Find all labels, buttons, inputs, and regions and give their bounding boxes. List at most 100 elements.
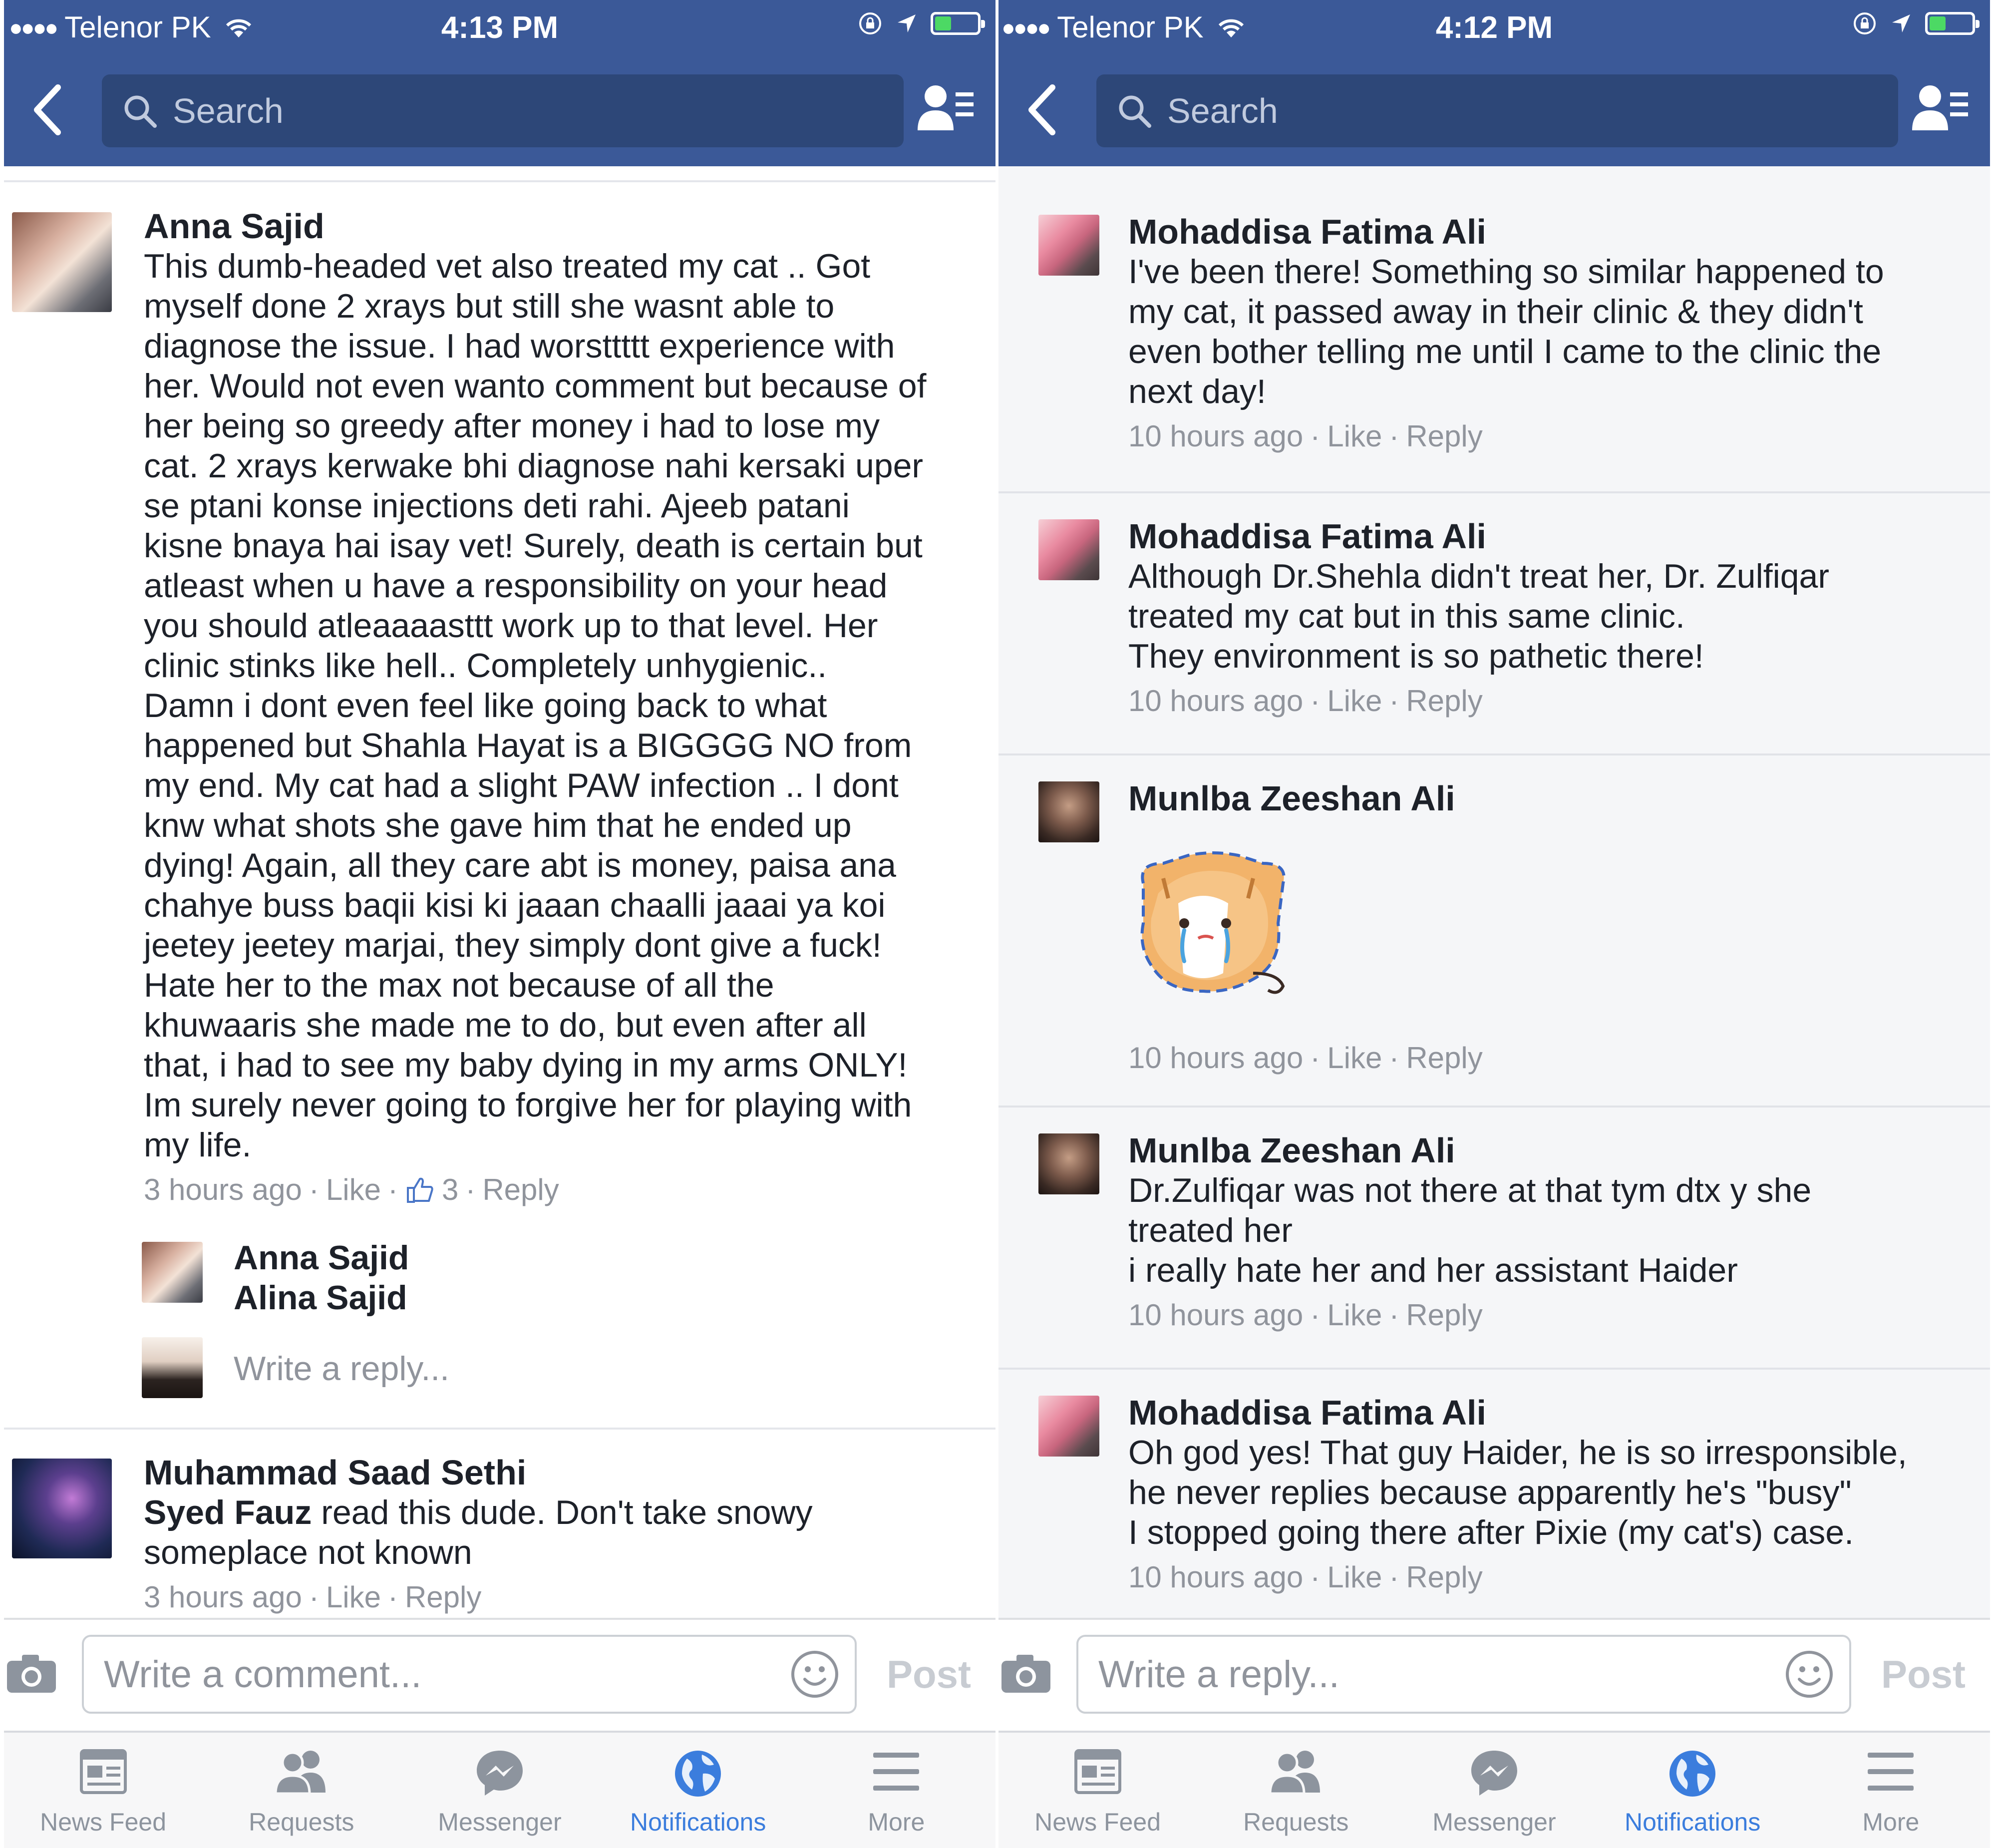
- camera-icon[interactable]: [4, 1651, 59, 1696]
- comment-author[interactable]: Mohaddisa Fatima Ali: [1128, 1393, 1977, 1433]
- reply-link[interactable]: Reply: [405, 1577, 481, 1617]
- comment-line: cat. 2 xrays kerwake bhi diagnose nahi k…: [144, 447, 924, 485]
- like-link[interactable]: Like: [1327, 681, 1382, 721]
- avatar[interactable]: [1038, 215, 1099, 276]
- comment-meta: 10 hours ago · Like · Reply: [1128, 681, 1977, 721]
- comment-author[interactable]: Mohaddisa Fatima Ali: [1128, 212, 1977, 252]
- comment-meta: 3 hours ago · Like · Reply: [144, 1577, 983, 1617]
- reply-link[interactable]: Reply: [1406, 1295, 1482, 1335]
- orientation-lock-icon: [1854, 12, 1876, 34]
- comment-author[interactable]: Munlba Zeeshan Ali: [1128, 778, 1977, 818]
- comment-line: my cat, it passed away in their clinic &…: [1128, 293, 1863, 331]
- reply-composer: Write a reply... Post: [998, 1618, 1990, 1731]
- reply-link[interactable]: Reply: [1406, 1557, 1482, 1597]
- mention[interactable]: Syed Fauz: [144, 1493, 312, 1531]
- comment-line: kisne bnaya hai isay vet! Surely, death …: [144, 527, 923, 565]
- comment-line: treated my cat but in this same clinic.: [1128, 597, 1685, 635]
- tab-notifications[interactable]: Notifications: [1594, 1733, 1792, 1848]
- timestamp: 10 hours ago: [1128, 1560, 1304, 1594]
- avatar[interactable]: [1038, 1396, 1099, 1457]
- tab-messenger[interactable]: Messenger: [1395, 1733, 1593, 1848]
- camera-icon[interactable]: [998, 1651, 1053, 1696]
- like-link[interactable]: Like: [1327, 1038, 1382, 1078]
- avatar[interactable]: [12, 1459, 112, 1558]
- avatar[interactable]: [1038, 1133, 1099, 1194]
- tab-notifications[interactable]: Notifications: [599, 1733, 797, 1848]
- comment-line: my life.: [144, 1126, 252, 1164]
- comment-line: happened but Shahla Hayat is a BIGGGG NO…: [144, 727, 912, 764]
- like-link[interactable]: Like: [1327, 416, 1382, 456]
- top-bar: ●●●● Telenor PK 4:13 PM Search: [4, 0, 996, 166]
- reply-link[interactable]: Reply: [1406, 1038, 1482, 1078]
- reply-link[interactable]: Reply: [1406, 681, 1482, 721]
- like-link[interactable]: Like: [326, 1170, 381, 1210]
- reply-item: Mohaddisa Fatima Ali Oh god yes! That gu…: [998, 1370, 1990, 1618]
- comment-author[interactable]: Munlba Zeeshan Ali: [1128, 1130, 1977, 1170]
- comment-body: Mohaddisa Fatima Ali Oh god yes! That gu…: [1128, 1393, 1977, 1597]
- tab-news-feed[interactable]: News Feed: [998, 1733, 1197, 1848]
- right-screen: ●●●● Telenor PK 4:12 PM Search Mohaddisa…: [998, 0, 1990, 1848]
- reply-author[interactable]: Anna Sajid: [234, 1238, 409, 1278]
- comment-line: her being so greedy after money i had to…: [144, 407, 880, 445]
- search-placeholder: Search: [173, 91, 284, 130]
- status-bar: ●●●● Telenor PK 4:13 PM: [4, 0, 996, 64]
- avatar[interactable]: [1038, 781, 1099, 842]
- comment-line: Hate her to the max not because of all t…: [144, 966, 774, 1004]
- comment-body: Mohaddisa Fatima Ali Although Dr.Shehla …: [1128, 516, 1977, 721]
- comment-author[interactable]: Muhammad Saad Sethi: [144, 1453, 983, 1492]
- tab-messenger[interactable]: Messenger: [400, 1733, 599, 1848]
- search-icon: [1119, 95, 1151, 128]
- timestamp: 10 hours ago: [1128, 684, 1304, 718]
- search-icon: [124, 95, 157, 128]
- comment-line: They environment is so pathetic there!: [1128, 637, 1704, 675]
- crying-cat-sticker[interactable]: [1128, 848, 1298, 1008]
- messenger-icon: [476, 1751, 523, 1796]
- comment-line: even bother telling me until I came to t…: [1128, 333, 1882, 370]
- comment-input[interactable]: Write a comment...: [82, 1635, 857, 1714]
- comment-author[interactable]: Anna Sajid: [144, 206, 983, 246]
- tab-requests[interactable]: Requests: [1197, 1733, 1395, 1848]
- friends-list-icon[interactable]: [916, 82, 976, 132]
- tab-requests[interactable]: Requests: [202, 1733, 400, 1848]
- timestamp: 3 hours ago: [144, 1580, 302, 1614]
- orientation-lock-icon: [859, 12, 881, 34]
- tab-more[interactable]: More: [1792, 1733, 1990, 1848]
- sticker-icon[interactable]: [790, 1649, 840, 1699]
- comment-line: Damn i dont even feel like going back to…: [144, 687, 827, 725]
- comment-author[interactable]: Mohaddisa Fatima Ali: [1128, 516, 1977, 556]
- tab-more[interactable]: More: [797, 1733, 996, 1848]
- like-link[interactable]: Like: [1327, 1295, 1382, 1335]
- battery-icon: [1925, 12, 1980, 35]
- comment-line: chahye buss baqii kisi ki jaaan chaalli …: [144, 886, 886, 924]
- reply-author[interactable]: Alina Sajid: [234, 1278, 409, 1318]
- back-icon[interactable]: [29, 82, 64, 137]
- post-button[interactable]: Post: [887, 1652, 971, 1697]
- like-link[interactable]: Like: [1327, 1557, 1382, 1597]
- friends-list-icon[interactable]: [1910, 82, 1970, 132]
- tab-label: Notifications: [1624, 1808, 1761, 1836]
- comment-placeholder: Write a comment...: [104, 1653, 422, 1696]
- timestamp: 10 hours ago: [1128, 1298, 1304, 1332]
- reply-input[interactable]: Write a reply...: [1076, 1635, 1851, 1714]
- search-input[interactable]: Search: [1096, 74, 1898, 147]
- back-icon[interactable]: [1023, 82, 1058, 137]
- comment-line: knw what shots she gave him that he ende…: [144, 806, 852, 844]
- comment-line: Dr.Zulfiqar was not there at that tym dt…: [1128, 1171, 1812, 1209]
- post-button[interactable]: Post: [1881, 1652, 1966, 1697]
- write-reply-input[interactable]: Write a reply...: [234, 1349, 449, 1388]
- battery-icon: [931, 12, 985, 35]
- avatar[interactable]: [12, 212, 112, 312]
- tab-news-feed[interactable]: News Feed: [4, 1733, 202, 1848]
- reply-link[interactable]: Reply: [1406, 416, 1482, 456]
- globe-icon: [1669, 1751, 1716, 1797]
- like-link[interactable]: Like: [326, 1577, 381, 1617]
- reply-link[interactable]: Reply: [482, 1170, 559, 1210]
- sticker-icon[interactable]: [1784, 1649, 1834, 1699]
- search-input[interactable]: Search: [102, 74, 904, 147]
- divider: [4, 1428, 996, 1430]
- reply-item: Munlba Zeeshan Ali Dr.Zulfiqar was not t…: [998, 1108, 1990, 1370]
- avatar[interactable]: [1038, 519, 1099, 580]
- friend-requests-icon: [274, 1751, 326, 1795]
- comment-text: I've been there! Something so similar ha…: [1128, 252, 1977, 411]
- comment-line: next day!: [1128, 372, 1266, 410]
